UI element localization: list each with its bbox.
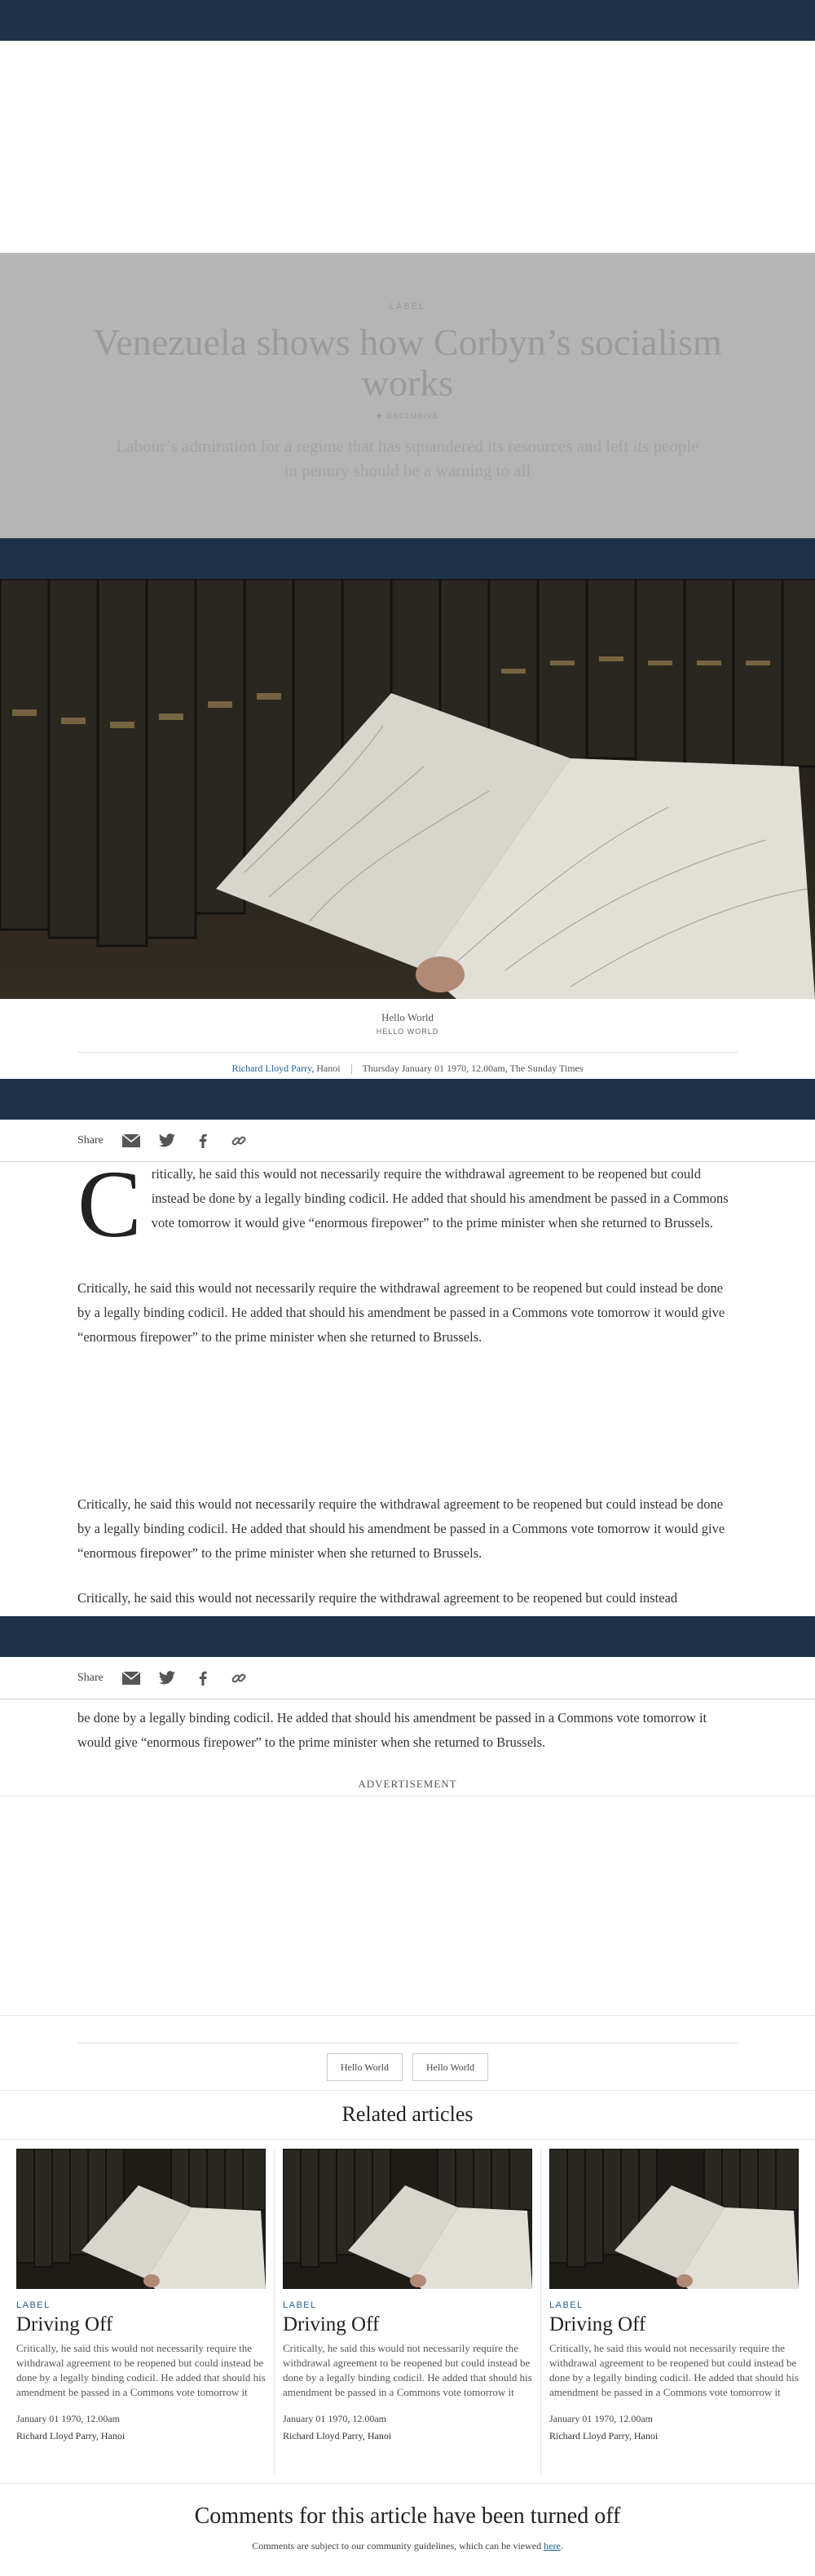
share-bar: Share <box>0 1657 815 1699</box>
advertisement-label: ADVERTISEMENT <box>358 1778 457 1790</box>
facebook-icon[interactable] <box>193 1131 213 1151</box>
related-article-label: LABEL <box>16 2300 51 2310</box>
caption-text: Hello World <box>381 1011 434 1023</box>
related-article-title[interactable]: Driving Off <box>16 2313 266 2336</box>
topic-tags: Hello World Hello World <box>0 2053 815 2081</box>
byline-divider <box>77 1052 738 1053</box>
comments-title: Comments for this article have been turn… <box>194 2503 621 2529</box>
author-location: , Hanoi <box>311 1063 341 1074</box>
tags-divider <box>77 2043 738 2044</box>
link-icon[interactable] <box>229 1668 249 1688</box>
advertisement-slot[interactable] <box>0 1796 815 2016</box>
article-paragraph: Critically, he said this would not neces… <box>77 1590 678 1606</box>
card-divider <box>274 2149 275 2475</box>
article-label: LABEL <box>389 302 426 312</box>
twitter-icon[interactable] <box>157 1131 177 1151</box>
article-hero: LABEL Venezuela shows how Corbyn’s socia… <box>0 253 815 538</box>
topic-tag[interactable]: Hello World <box>326 2053 403 2081</box>
envelope-icon[interactable] <box>121 1131 141 1151</box>
related-article-author: Richard Lloyd Parry, Hanoi <box>549 2430 659 2441</box>
share-label: Share <box>77 1133 104 1147</box>
topic-tag[interactable]: Hello World <box>412 2053 489 2081</box>
related-article-summary: Critically, he said this would not neces… <box>549 2342 799 2401</box>
related-article-author: Richard Lloyd Parry, Hanoi <box>16 2430 126 2441</box>
related-divider <box>0 2139 815 2140</box>
author-link[interactable]: Richard Lloyd Parry <box>231 1063 311 1074</box>
article-dateline: Thursday January 01 1970, 12.00am, The S… <box>362 1063 584 1074</box>
top-navbar <box>0 0 815 41</box>
share-label: Share <box>77 1671 104 1684</box>
related-article-thumbnail[interactable] <box>283 2149 532 2289</box>
byline: Richard Lloyd Parry, Hanoi Thursday Janu… <box>0 1063 815 1075</box>
comments-note: Comments are subject to our community gu… <box>0 2540 815 2552</box>
card-divider <box>540 2149 541 2475</box>
comments-note-end: . <box>560 2540 563 2552</box>
related-article-thumbnail[interactable] <box>549 2149 799 2289</box>
related-article-thumbnail[interactable] <box>16 2149 266 2289</box>
related-articles-title: Related articles <box>341 2102 474 2126</box>
byline-separator <box>350 1064 352 1075</box>
article-headline: Venezuela shows how Corbyn’s socialism w… <box>93 321 722 404</box>
related-article-date: January 01 1970, 12.00am <box>16 2413 120 2424</box>
exclusive-badge: ★ EXCLUSIVE <box>376 412 439 420</box>
related-article-card[interactable]: LABEL Driving Off Critically, he said th… <box>549 2149 799 2475</box>
envelope-icon[interactable] <box>121 1668 141 1688</box>
article-main-image <box>0 579 815 999</box>
article-paragraph: Critically, he said this would not neces… <box>77 1151 738 1257</box>
facebook-icon[interactable] <box>193 1668 213 1688</box>
sticky-navbar <box>0 1079 815 1120</box>
image-caption: Hello World HELLO WORLD <box>0 1011 815 1036</box>
guidelines-link[interactable]: here <box>544 2540 561 2552</box>
related-article-author: Richard Lloyd Parry, Hanoi <box>283 2430 392 2441</box>
article-paragraph: be done by a legally binding codicil. He… <box>77 1710 707 1750</box>
related-article-summary: Critically, he said this would not neces… <box>283 2342 532 2401</box>
article-standfirst: Labour’s admiration for a regime that ha… <box>116 436 699 480</box>
related-article-label: LABEL <box>549 2300 584 2310</box>
related-article-date: January 01 1970, 12.00am <box>549 2413 653 2424</box>
comments-note-text: Comments are subject to our community gu… <box>252 2540 544 2552</box>
paragraph-text: ritically, he said this would not necess… <box>151 1166 729 1231</box>
related-article-title[interactable]: Driving Off <box>549 2313 799 2336</box>
caption-credit: HELLO WORLD <box>376 1027 439 1036</box>
sticky-navbar <box>0 538 815 579</box>
related-article-title[interactable]: Driving Off <box>283 2313 532 2336</box>
related-article-label: LABEL <box>283 2300 317 2310</box>
related-article-date: January 01 1970, 12.00am <box>283 2413 386 2424</box>
comments-divider <box>0 2483 815 2484</box>
link-icon[interactable] <box>229 1131 249 1151</box>
related-article-summary: Critically, he said this would not neces… <box>16 2342 266 2401</box>
related-article-card[interactable]: LABEL Driving Off Critically, he said th… <box>16 2149 266 2475</box>
sticky-navbar <box>0 1616 815 1657</box>
drop-cap: C <box>77 1151 142 1257</box>
twitter-icon[interactable] <box>157 1668 177 1688</box>
article-paragraph: Critically, he said this would not neces… <box>77 1280 725 1345</box>
article-paragraph: Critically, he said this would not neces… <box>77 1496 725 1561</box>
related-article-card[interactable]: LABEL Driving Off Critically, he said th… <box>283 2149 532 2475</box>
related-divider <box>0 2090 815 2091</box>
